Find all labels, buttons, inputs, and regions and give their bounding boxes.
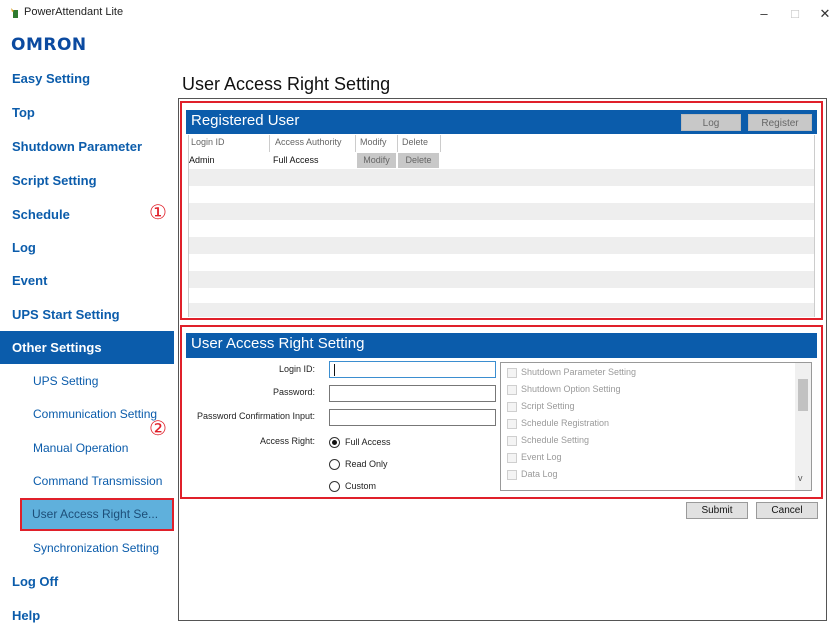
nav-log-off[interactable]: Log Off [0, 565, 174, 598]
registered-user-header: Registered User Log Register [186, 110, 817, 134]
table-row-empty [189, 169, 814, 186]
login-id-label: Login ID: [278, 364, 315, 374]
checkbox[interactable] [507, 385, 517, 395]
login-id-input[interactable] [329, 361, 496, 378]
nav-shutdown-parameter[interactable]: Shutdown Parameter [0, 130, 174, 163]
log-button[interactable]: Log [681, 114, 741, 131]
column-header-modify: Modify [360, 137, 387, 147]
checkbox[interactable] [507, 436, 517, 446]
registered-user-title: Registered User [191, 112, 300, 129]
chevron-down-icon[interactable]: v [798, 473, 803, 483]
annotation-marker-2: ② [149, 416, 167, 440]
table-row-empty [189, 220, 814, 237]
nav-sub-ups-setting[interactable]: UPS Setting [0, 365, 174, 398]
radio-custom-label: Custom [345, 481, 377, 491]
cell-login-id: Admin [189, 155, 215, 165]
permission-label: Shutdown Option Setting [521, 384, 621, 394]
maximize-button[interactable]: □ [781, 4, 809, 24]
password-input[interactable] [329, 385, 496, 402]
table-row: Admin Full Access Modify Delete [189, 152, 814, 169]
cancel-button[interactable]: Cancel [756, 502, 818, 519]
column-divider [440, 135, 441, 152]
table-row-empty [189, 237, 814, 254]
permission-label: Schedule Setting [521, 435, 590, 445]
page-title: User Access Right Setting [182, 74, 391, 94]
column-header-delete: Delete [402, 137, 429, 147]
nav-sub-user-access-right[interactable]: User Access Right Se... [20, 498, 174, 531]
column-header-access-authority: Access Authority [275, 137, 342, 147]
nav-script-setting[interactable]: Script Setting [0, 164, 174, 197]
checkbox[interactable] [507, 470, 517, 480]
permission-list[interactable]: Shutdown Parameter Setting Shutdown Opti… [500, 362, 812, 491]
modify-button[interactable]: Modify [357, 153, 396, 168]
permission-label: Event Log [521, 452, 562, 462]
nav-help[interactable]: Help [0, 599, 174, 632]
access-right-label: Access Right: [259, 436, 315, 446]
radio-custom[interactable]: Custom [329, 480, 419, 494]
nav-event[interactable]: Event [0, 264, 174, 297]
nav-sub-synchronization-setting[interactable]: Synchronization Setting [0, 532, 174, 565]
nav-top[interactable]: Top [0, 96, 174, 129]
radio-full-access[interactable]: Full Access [329, 436, 419, 450]
delete-button[interactable]: Delete [398, 153, 439, 168]
table-row-empty [189, 303, 814, 317]
password-label: Password: [272, 387, 315, 397]
register-button[interactable]: Register [748, 114, 812, 131]
submit-button[interactable]: Submit [686, 502, 748, 519]
annotation-marker-1: ① [149, 200, 167, 224]
nav-sub-communication-setting[interactable]: Communication Setting [0, 398, 174, 431]
omron-logo: OMRON [11, 35, 87, 55]
text-caret [334, 364, 335, 376]
access-setting-header: User Access Right Setting [186, 333, 817, 358]
column-header-login-id: Login ID [191, 137, 225, 147]
nav-easy-setting[interactable]: Easy Setting [0, 62, 174, 95]
checkbox[interactable] [507, 402, 517, 412]
table-row-empty [189, 254, 814, 271]
radio-read-only[interactable]: Read Only [329, 458, 419, 472]
checkbox[interactable] [507, 419, 517, 429]
table-row-empty [189, 271, 814, 288]
close-button[interactable]: ✕ [811, 4, 839, 24]
nav-other-settings[interactable]: Other Settings [0, 331, 174, 364]
permission-label: Shutdown Parameter Setting [521, 367, 637, 377]
radio-full-access-label: Full Access [345, 437, 391, 447]
window-titlebar: PowerAttendant Lite – □ ✕ [0, 0, 839, 32]
highlight-box [20, 498, 174, 531]
app-icon [11, 8, 18, 18]
radio-read-only-label: Read Only [345, 459, 388, 469]
password-confirmation-label: Password Confirmation Input: [196, 411, 315, 421]
access-setting-title: User Access Right Setting [191, 335, 365, 352]
permission-scrollbar[interactable]: ^ v [795, 363, 811, 490]
nav-schedule[interactable]: Schedule [0, 198, 174, 231]
table-header-row: Login ID Access Authority Modify Delete [189, 135, 814, 152]
column-divider [355, 135, 356, 152]
radio-button[interactable] [329, 459, 340, 470]
permission-label: Data Log [521, 469, 558, 479]
window-title: PowerAttendant Lite [24, 6, 124, 18]
column-divider [269, 135, 270, 152]
nav-log[interactable]: Log [0, 231, 174, 264]
radio-button-checked[interactable] [329, 437, 340, 448]
password-confirmation-input[interactable] [329, 409, 496, 426]
nav-sub-command-transmission[interactable]: Command Transmission [0, 465, 174, 498]
nav-sub-manual-operation[interactable]: Manual Operation [0, 432, 174, 465]
minimize-button[interactable]: – [750, 4, 778, 24]
table-row-empty [189, 186, 814, 203]
permission-label: Schedule Registration [521, 418, 610, 428]
permission-label: Script Setting [521, 401, 575, 411]
checkbox[interactable] [507, 453, 517, 463]
scroll-thumb[interactable] [798, 379, 808, 411]
nav-ups-start-setting[interactable]: UPS Start Setting [0, 298, 174, 331]
column-divider [397, 135, 398, 152]
checkbox[interactable] [507, 368, 517, 378]
table-row-empty [189, 203, 814, 220]
registered-user-table: Login ID Access Authority Modify Delete … [188, 135, 815, 317]
cell-access-authority: Full Access [273, 155, 319, 165]
radio-button[interactable] [329, 481, 340, 492]
